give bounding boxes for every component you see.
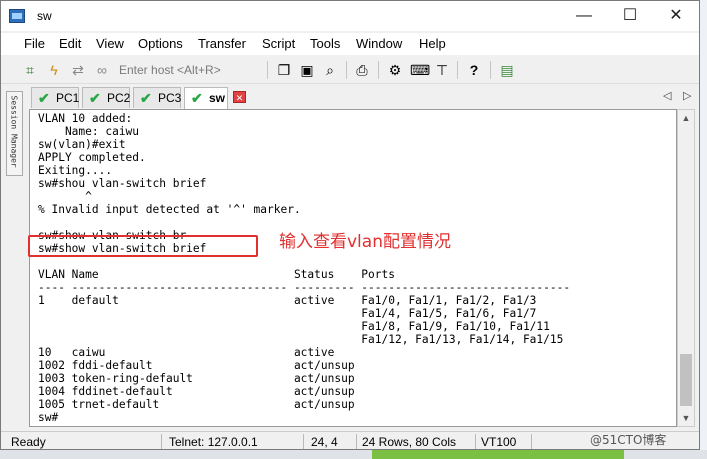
tab-prev-icon[interactable]: ◁ bbox=[663, 89, 671, 102]
status-telnet: Telnet: 127.0.0.1 bbox=[169, 435, 258, 449]
menu-transfer[interactable]: Transfer bbox=[198, 36, 246, 51]
terminal-line: sw# bbox=[38, 411, 59, 424]
status-ready: Ready bbox=[11, 435, 46, 449]
copy-icon[interactable]: ❐ bbox=[275, 61, 293, 79]
paste-icon[interactable]: ▣ bbox=[298, 61, 316, 79]
menu-options[interactable]: Options bbox=[138, 36, 183, 51]
close-tab-icon[interactable]: ✕ bbox=[233, 91, 246, 103]
status-separator bbox=[475, 434, 476, 449]
sftp-icon[interactable]: ⊤ bbox=[433, 61, 451, 79]
window-title: sw bbox=[37, 9, 52, 23]
menu-view[interactable]: View bbox=[96, 36, 124, 51]
desktop-background-panel bbox=[372, 450, 624, 459]
keymap-icon[interactable]: ⌨ bbox=[410, 61, 430, 79]
menu-edit[interactable]: Edit bbox=[59, 36, 81, 51]
scroll-thumb[interactable] bbox=[680, 354, 692, 406]
tab-label: PC2 bbox=[107, 91, 131, 105]
tab-next-icon[interactable]: ▷ bbox=[683, 89, 691, 102]
tab-pc1[interactable]: ✔ PC1 bbox=[31, 87, 79, 108]
terminal-output[interactable]: VLAN 10 added: Name: caiwu sw(vlan)#exit… bbox=[29, 109, 677, 427]
tab-label: sw bbox=[209, 91, 226, 105]
quick-connect-icon[interactable]: ϟ bbox=[45, 61, 63, 79]
menu-file[interactable]: File bbox=[24, 36, 45, 51]
terminal-line: sw(vlan)#exit bbox=[38, 138, 126, 151]
connect-icon[interactable]: ⌗ bbox=[21, 61, 39, 79]
toolbar-separator bbox=[490, 61, 491, 79]
annotation-text: 输入查看vlan配置情况 bbox=[279, 232, 451, 252]
terminal-line: 1002 fddi-default act/unsup bbox=[38, 359, 355, 372]
terminal-line: Exiting.... bbox=[38, 164, 113, 177]
settings-icon[interactable]: ⚙ bbox=[386, 61, 404, 79]
session-manager-tab[interactable]: Session Manager bbox=[6, 91, 23, 176]
terminal-line: sw#shou vlan-switch brief bbox=[38, 177, 207, 190]
maximize-button[interactable]: ☐ bbox=[607, 1, 653, 31]
connected-check-icon: ✔ bbox=[38, 90, 50, 106]
screen-icon[interactable]: ▤ bbox=[498, 61, 516, 79]
scroll-up-icon[interactable]: ▲ bbox=[678, 110, 694, 126]
watermark: @51CTO博客 bbox=[590, 433, 667, 447]
toolbar-separator bbox=[457, 61, 458, 79]
session-manager-label: Session Manager bbox=[9, 95, 19, 168]
terminal-line: Fa1/4, Fa1/5, Fa1/6, Fa1/7 bbox=[38, 307, 537, 320]
status-cursor: 24, 4 bbox=[311, 435, 338, 449]
terminal-line: Fa1/8, Fa1/9, Fa1/10, Fa1/11 bbox=[38, 320, 550, 333]
status-separator bbox=[531, 434, 532, 449]
help-icon[interactable]: ? bbox=[465, 61, 483, 79]
toolbar-separator bbox=[267, 61, 268, 79]
connected-check-icon: ✔ bbox=[140, 90, 152, 106]
menu-window[interactable]: Window bbox=[356, 36, 402, 51]
status-separator bbox=[303, 434, 304, 449]
tab-label: PC3 bbox=[158, 91, 182, 105]
terminal-line: 1003 token-ring-default act/unsup bbox=[38, 372, 355, 385]
toolbar-separator bbox=[346, 61, 347, 79]
status-terminal-type: VT100 bbox=[481, 435, 517, 449]
securecrt-app-icon bbox=[9, 9, 25, 23]
minimize-button[interactable]: — bbox=[561, 1, 607, 31]
tab-pc2[interactable]: ✔ PC2 bbox=[82, 87, 130, 108]
terminal-line: VLAN 10 added: bbox=[38, 112, 133, 125]
status-separator bbox=[356, 434, 357, 449]
tab-pc3[interactable]: ✔ PC3 bbox=[133, 87, 181, 108]
session-tab-bar: ✔ PC1 ✔ PC2 ✔ PC3 ✔ sw ✕ ◁ ▷ bbox=[29, 85, 699, 109]
annotation-highlight-box bbox=[28, 235, 258, 257]
status-size: 24 Rows, 80 Cols bbox=[362, 435, 457, 449]
menu-script[interactable]: Script bbox=[262, 36, 295, 51]
close-button[interactable]: ✕ bbox=[653, 1, 699, 31]
connected-check-icon: ✔ bbox=[89, 90, 101, 106]
terminal-line: VLAN Name Status Ports bbox=[38, 268, 395, 281]
terminal-line: 1004 fddinet-default act/unsup bbox=[38, 385, 355, 398]
find-icon[interactable]: ⌕ bbox=[321, 61, 339, 79]
terminal-scrollbar[interactable]: ▲ ▼ bbox=[677, 109, 695, 427]
session-manager-sidebar: Session Manager bbox=[1, 85, 29, 431]
terminal-line: APPLY completed. bbox=[38, 151, 146, 164]
title-bar: sw — ☐ ✕ bbox=[1, 1, 699, 31]
toolbar: ⌗ ϟ ⇄ ∞ ❐ ▣ ⌕ ⎙ ⚙ ⌨ ⊤ ? ▤ bbox=[1, 57, 699, 84]
securecrt-window: sw — ☐ ✕ File Edit View Options Transfer… bbox=[0, 0, 700, 450]
terminal-line: 1 default active Fa1/0, Fa1/1, Fa1/2, Fa… bbox=[38, 294, 537, 307]
toolbar-separator bbox=[378, 61, 379, 79]
menu-bar: File Edit View Options Transfer Script T… bbox=[1, 33, 699, 55]
menu-help[interactable]: Help bbox=[419, 36, 446, 51]
terminal-line: Name: caiwu bbox=[38, 125, 140, 138]
terminal-line: 10 caiwu active bbox=[38, 346, 335, 359]
tab-sw[interactable]: ✔ sw bbox=[184, 87, 228, 109]
terminal-line: Fa1/12, Fa1/13, Fa1/14, Fa1/15 bbox=[38, 333, 564, 346]
desktop-background bbox=[700, 0, 707, 459]
print-icon[interactable]: ⎙ bbox=[353, 61, 371, 79]
scroll-down-icon[interactable]: ▼ bbox=[678, 410, 694, 426]
menu-tools[interactable]: Tools bbox=[310, 36, 340, 51]
terminal-line: % Invalid input detected at '^' marker. bbox=[38, 203, 301, 216]
connected-check-icon: ✔ bbox=[191, 90, 203, 106]
terminal-line: ^ bbox=[38, 190, 92, 203]
terminal-line: 1005 trnet-default act/unsup bbox=[38, 398, 355, 411]
terminal-line: ---- -------------------------------- --… bbox=[38, 281, 571, 294]
status-separator bbox=[161, 434, 162, 449]
reconnect-icon[interactable]: ⇄ bbox=[69, 61, 87, 79]
tab-label: PC1 bbox=[56, 91, 80, 105]
host-input[interactable] bbox=[119, 61, 263, 79]
disconnect-icon[interactable]: ∞ bbox=[93, 61, 111, 79]
